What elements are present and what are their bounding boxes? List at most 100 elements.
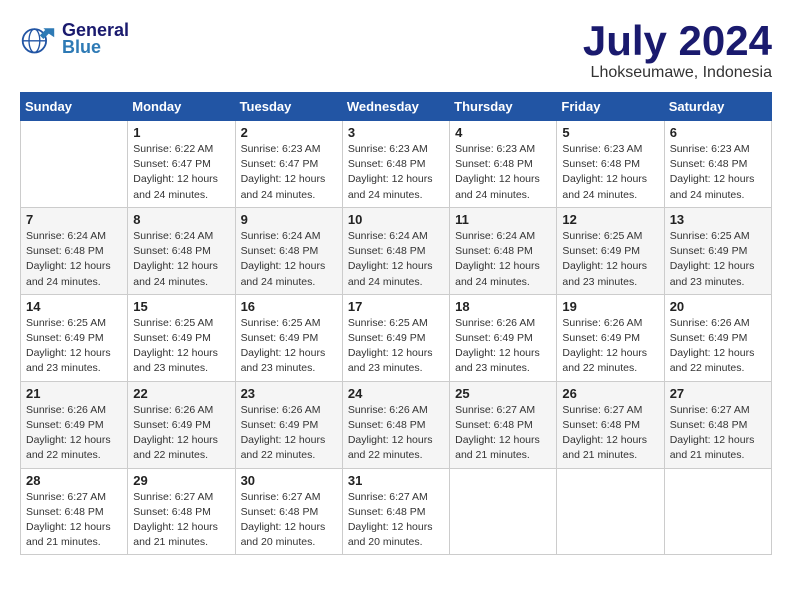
day-info: Sunrise: 6:26 AM Sunset: 6:48 PM Dayligh…: [348, 403, 444, 464]
day-number: 24: [348, 386, 444, 401]
day-number: 12: [562, 212, 658, 227]
calendar-cell: 27 Sunrise: 6:27 AM Sunset: 6:48 PM Dayli…: [664, 381, 771, 468]
calendar-cell: 21Sunrise: 6:26 AM Sunset: 6:49 PM Dayli…: [21, 381, 128, 468]
day-info: Sunrise: 6:25 AM Sunset: 6:49 PM Dayligh…: [133, 316, 229, 377]
day-info: Sunrise: 6:23 AM Sunset: 6:48 PM Dayligh…: [348, 142, 444, 203]
calendar-cell: 14 Sunrise: 6:25 AM Sunset: 6:49 PM Dayli…: [21, 294, 128, 381]
day-number: 7: [26, 212, 122, 227]
calendar-cell: 20 Sunrise: 6:26 AM Sunset: 6:49 PM Dayli…: [664, 294, 771, 381]
calendar-cell: 17 Sunrise: 6:25 AM Sunset: 6:49 PM Dayli…: [342, 294, 449, 381]
day-info: Sunrise: 6:24 AM Sunset: 6:48 PM Dayligh…: [348, 229, 444, 290]
calendar-cell: [21, 121, 128, 208]
day-number: 8: [133, 212, 229, 227]
month-title: July 2024: [583, 20, 772, 62]
calendar-cell: 30 Sunrise: 6:27 AM Sunset: 6:48 PM Dayli…: [235, 468, 342, 555]
day-info: Sunrise: 6:26 AM Sunset: 6:49 PM Dayligh…: [455, 316, 551, 377]
calendar-cell: 15 Sunrise: 6:25 AM Sunset: 6:49 PM Dayli…: [128, 294, 235, 381]
column-header-thursday: Thursday: [450, 93, 557, 121]
day-number: 28: [26, 473, 122, 488]
day-number: 30: [241, 473, 337, 488]
day-info: Sunrise: 6:27 AM Sunset: 6:48 PM Dayligh…: [562, 403, 658, 464]
title-block: July 2024 Lhokseumawe, Indonesia: [583, 20, 772, 82]
day-info: Sunrise: 6:27 AM Sunset: 6:48 PM Dayligh…: [241, 490, 337, 551]
calendar-cell: 18Sunrise: 6:26 AM Sunset: 6:49 PM Dayli…: [450, 294, 557, 381]
calendar-cell: 13 Sunrise: 6:25 AM Sunset: 6:49 PM Dayli…: [664, 207, 771, 294]
day-info: Sunrise: 6:23 AM Sunset: 6:47 PM Dayligh…: [241, 142, 337, 203]
column-header-tuesday: Tuesday: [235, 93, 342, 121]
day-number: 26: [562, 386, 658, 401]
calendar-cell: 26 Sunrise: 6:27 AM Sunset: 6:48 PM Dayli…: [557, 381, 664, 468]
calendar-cell: 3 Sunrise: 6:23 AM Sunset: 6:48 PM Daylig…: [342, 121, 449, 208]
day-number: 2: [241, 125, 337, 140]
day-number: 10: [348, 212, 444, 227]
day-info: Sunrise: 6:27 AM Sunset: 6:48 PM Dayligh…: [348, 490, 444, 551]
column-header-sunday: Sunday: [21, 93, 128, 121]
logo-text: General Blue: [62, 20, 129, 58]
calendar-cell: 16 Sunrise: 6:25 AM Sunset: 6:49 PM Dayli…: [235, 294, 342, 381]
calendar-cell: 1 Sunrise: 6:22 AM Sunset: 6:47 PM Daylig…: [128, 121, 235, 208]
calendar-cell: 5 Sunrise: 6:23 AM Sunset: 6:48 PM Daylig…: [557, 121, 664, 208]
day-info: Sunrise: 6:22 AM Sunset: 6:47 PM Dayligh…: [133, 142, 229, 203]
column-header-wednesday: Wednesday: [342, 93, 449, 121]
day-info: Sunrise: 6:27 AM Sunset: 6:48 PM Dayligh…: [455, 403, 551, 464]
calendar-cell: [450, 468, 557, 555]
day-info: Sunrise: 6:26 AM Sunset: 6:49 PM Dayligh…: [133, 403, 229, 464]
day-info: Sunrise: 6:27 AM Sunset: 6:48 PM Dayligh…: [26, 490, 122, 551]
calendar-cell: 25 Sunrise: 6:27 AM Sunset: 6:48 PM Dayli…: [450, 381, 557, 468]
column-header-monday: Monday: [128, 93, 235, 121]
day-info: Sunrise: 6:25 AM Sunset: 6:49 PM Dayligh…: [241, 316, 337, 377]
day-info: Sunrise: 6:25 AM Sunset: 6:49 PM Dayligh…: [348, 316, 444, 377]
day-number: 22: [133, 386, 229, 401]
calendar-cell: 10 Sunrise: 6:24 AM Sunset: 6:48 PM Dayli…: [342, 207, 449, 294]
day-info: Sunrise: 6:23 AM Sunset: 6:48 PM Dayligh…: [562, 142, 658, 203]
calendar-cell: 12 Sunrise: 6:25 AM Sunset: 6:49 PM Dayli…: [557, 207, 664, 294]
calendar-cell: 28 Sunrise: 6:27 AM Sunset: 6:48 PM Dayli…: [21, 468, 128, 555]
calendar-cell: 29 Sunrise: 6:27 AM Sunset: 6:48 PM Dayli…: [128, 468, 235, 555]
day-number: 1: [133, 125, 229, 140]
day-info: Sunrise: 6:25 AM Sunset: 6:49 PM Dayligh…: [670, 229, 766, 290]
day-number: 20: [670, 299, 766, 314]
day-info: Sunrise: 6:26 AM Sunset: 6:49 PM Dayligh…: [241, 403, 337, 464]
day-number: 5: [562, 125, 658, 140]
day-number: 31: [348, 473, 444, 488]
calendar-cell: 7Sunrise: 6:24 AM Sunset: 6:48 PM Daylig…: [21, 207, 128, 294]
day-info: Sunrise: 6:24 AM Sunset: 6:48 PM Dayligh…: [133, 229, 229, 290]
week-row-3: 14 Sunrise: 6:25 AM Sunset: 6:49 PM Dayli…: [21, 294, 772, 381]
calendar-cell: 4Sunrise: 6:23 AM Sunset: 6:48 PM Daylig…: [450, 121, 557, 208]
day-number: 11: [455, 212, 551, 227]
calendar-cell: 11Sunrise: 6:24 AM Sunset: 6:48 PM Dayli…: [450, 207, 557, 294]
day-number: 16: [241, 299, 337, 314]
week-row-5: 28 Sunrise: 6:27 AM Sunset: 6:48 PM Dayli…: [21, 468, 772, 555]
day-number: 15: [133, 299, 229, 314]
day-info: Sunrise: 6:26 AM Sunset: 6:49 PM Dayligh…: [562, 316, 658, 377]
day-number: 17: [348, 299, 444, 314]
day-info: Sunrise: 6:23 AM Sunset: 6:48 PM Dayligh…: [455, 142, 551, 203]
day-number: 3: [348, 125, 444, 140]
day-info: Sunrise: 6:25 AM Sunset: 6:49 PM Dayligh…: [562, 229, 658, 290]
day-number: 6: [670, 125, 766, 140]
location-subtitle: Lhokseumawe, Indonesia: [583, 64, 772, 82]
day-number: 25: [455, 386, 551, 401]
calendar-cell: 24 Sunrise: 6:26 AM Sunset: 6:48 PM Dayli…: [342, 381, 449, 468]
calendar-cell: 19Sunrise: 6:26 AM Sunset: 6:49 PM Dayli…: [557, 294, 664, 381]
day-info: Sunrise: 6:27 AM Sunset: 6:48 PM Dayligh…: [133, 490, 229, 551]
day-number: 27: [670, 386, 766, 401]
week-row-2: 7 Sunrise: 6:24 AM Sunset: 6:48 PM Daylig…: [21, 207, 772, 294]
day-info: Sunrise: 6:25 AM Sunset: 6:49 PM Dayligh…: [26, 316, 122, 377]
calendar-cell: [557, 468, 664, 555]
page-header: General Blue July 2024 Lhokseumawe, Indo…: [20, 20, 772, 82]
day-number: 14: [26, 299, 122, 314]
calendar-header-row: SundayMondayTuesdayWednesdayThursdayFrid…: [21, 93, 772, 121]
calendar-cell: 22 Sunrise: 6:26 AM Sunset: 6:49 PM Dayli…: [128, 381, 235, 468]
week-row-4: 21Sunrise: 6:26 AM Sunset: 6:49 PM Dayli…: [21, 381, 772, 468]
day-number: 13: [670, 212, 766, 227]
column-header-saturday: Saturday: [664, 93, 771, 121]
column-header-friday: Friday: [557, 93, 664, 121]
day-info: Sunrise: 6:27 AM Sunset: 6:48 PM Dayligh…: [670, 403, 766, 464]
logo: General Blue: [20, 20, 129, 58]
day-info: Sunrise: 6:26 AM Sunset: 6:49 PM Dayligh…: [670, 316, 766, 377]
calendar-cell: 23Sunrise: 6:26 AM Sunset: 6:49 PM Dayli…: [235, 381, 342, 468]
calendar-cell: 6Sunrise: 6:23 AM Sunset: 6:48 PM Daylig…: [664, 121, 771, 208]
day-number: 29: [133, 473, 229, 488]
calendar-cell: [664, 468, 771, 555]
